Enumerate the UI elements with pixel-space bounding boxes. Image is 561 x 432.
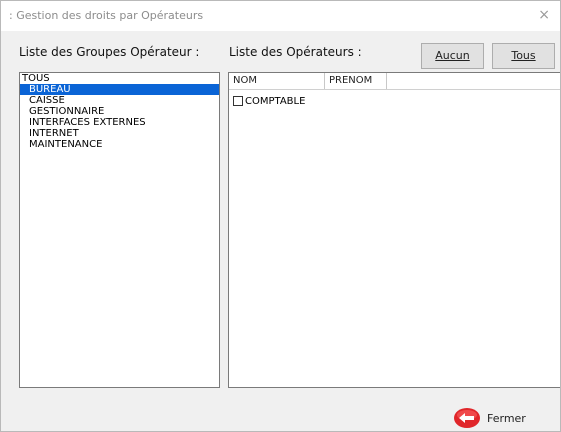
- none-button[interactable]: Aucun: [421, 43, 484, 69]
- column-header-nom[interactable]: NOM: [229, 73, 325, 89]
- group-item-internet[interactable]: INTERNET: [20, 128, 219, 139]
- group-item-caisse[interactable]: CAISSE: [20, 95, 219, 106]
- group-item-gestionnaire[interactable]: GESTIONNAIRE: [20, 106, 219, 117]
- operator-name: COMPTABLE: [245, 95, 306, 107]
- close-button-label: Fermer: [487, 411, 526, 425]
- close-icon[interactable]: ×: [538, 8, 550, 22]
- close-button[interactable]: Fermer: [453, 404, 553, 431]
- group-item-maintenance[interactable]: MAINTENANCE: [20, 139, 219, 150]
- operator-checkbox[interactable]: [233, 96, 243, 106]
- group-item-interfaces-externes[interactable]: INTERFACES EXTERNES: [20, 117, 219, 128]
- group-item-tous[interactable]: TOUS: [20, 73, 219, 84]
- operators-label: Liste des Opérateurs :: [229, 45, 362, 59]
- groups-label: Liste des Groupes Opérateur :: [19, 45, 200, 59]
- rights-dialog: : Gestion des droits par Opérateurs × Li…: [0, 0, 561, 432]
- back-arrow-icon: [454, 408, 480, 428]
- window-title: : Gestion des droits par Opérateurs: [9, 9, 204, 22]
- title-bar: : Gestion des droits par Opérateurs ×: [1, 1, 560, 31]
- operator-row[interactable]: COMPTABLE: [233, 95, 305, 107]
- operator-list-header: NOM PRENOM: [229, 73, 560, 90]
- group-list[interactable]: TOUS BUREAU CAISSE GESTIONNAIRE INTERFAC…: [19, 72, 220, 388]
- all-button[interactable]: Tous: [492, 43, 555, 69]
- operator-list[interactable]: NOM PRENOM COMPTABLE: [228, 72, 560, 388]
- group-item-bureau[interactable]: BUREAU: [20, 84, 219, 95]
- column-header-prenom[interactable]: PRENOM: [325, 73, 387, 89]
